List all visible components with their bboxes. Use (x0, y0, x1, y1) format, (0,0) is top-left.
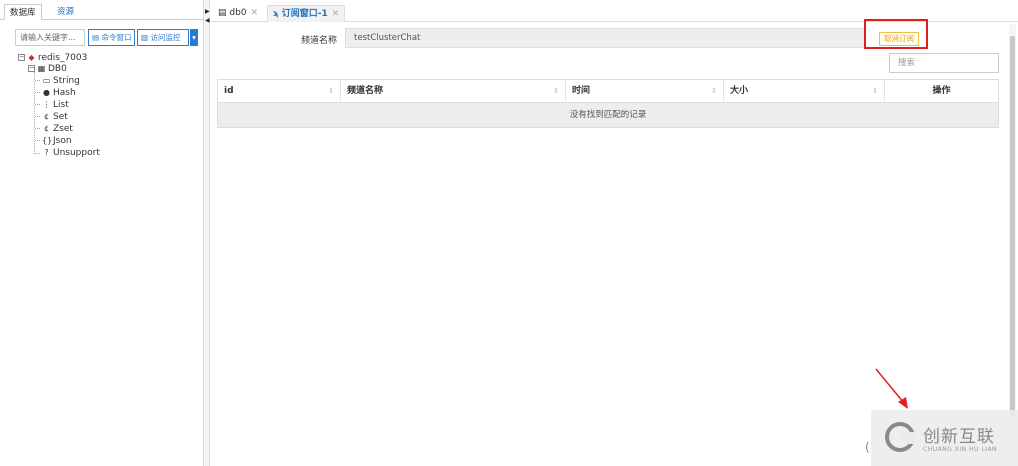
sort-icon[interactable]: ⇕ (872, 80, 878, 103)
collapse-icon[interactable]: − (18, 54, 25, 61)
close-icon[interactable]: ✕ (332, 9, 340, 19)
close-icon[interactable]: ✕ (251, 8, 259, 18)
tree-node-set[interactable]: ¢ Set (42, 111, 68, 123)
channel-name-field[interactable]: testClusterChat (345, 28, 865, 48)
tab-resources[interactable]: 资源 (52, 4, 79, 20)
tree-line (35, 153, 40, 154)
tree-line (35, 128, 40, 129)
column-header-channel[interactable]: 频道名称 ⇕ (341, 80, 566, 103)
access-monitor-label: 访问监控 (150, 33, 181, 42)
type-label: Hash (53, 88, 76, 98)
question-icon: ? (44, 148, 49, 157)
watermark-text-en: CHUANG XIN HU LIAN (923, 446, 998, 453)
db-label: DB0 (48, 64, 67, 74)
type-label: Set (53, 112, 68, 122)
messages-table: id ⇕ 频道名称 ⇕ 时间 ⇕ 大小 ⇕ 操作 没有找到匹配的记录 (217, 79, 999, 128)
channel-name-label: 频道名称 (301, 36, 338, 46)
table-header: id ⇕ 频道名称 ⇕ 时间 ⇕ 大小 ⇕ 操作 (218, 80, 998, 103)
tree-node-string[interactable]: ▭ String (42, 75, 80, 87)
column-label: 操作 (932, 86, 951, 96)
tree-line (35, 140, 40, 141)
app-window: 数据库 资源 请输入关键字... ▤ 命令窗口 ▧ 访问监控 ▾ − ◆ red… (0, 0, 1018, 466)
tree-line (35, 80, 40, 81)
toolbar-dropdown-button[interactable]: ▾ (190, 29, 198, 46)
column-label: id (224, 86, 234, 96)
column-label: 频道名称 (347, 86, 384, 96)
tree-node-zset[interactable]: ¢ Zset (42, 123, 73, 135)
type-label: Zset (53, 124, 73, 134)
expand-left-icon[interactable]: ◀ (205, 17, 210, 24)
column-header-time[interactable]: 时间 ⇕ (566, 80, 724, 103)
column-header-id[interactable]: id ⇕ (218, 80, 341, 103)
type-label: List (53, 100, 69, 110)
command-window-button[interactable]: ▤ 命令窗口 (88, 29, 135, 46)
rss-icon: ϡ (273, 9, 279, 19)
tab-label: db0 (229, 8, 247, 18)
table-empty-row: 没有找到匹配的记录 (218, 103, 998, 127)
left-tabs: 数据库 资源 (0, 2, 204, 20)
string-icon: ▭ (42, 76, 51, 85)
tab-db0[interactable]: ▤ db0 ✕ (213, 5, 263, 22)
column-label: 大小 (730, 86, 749, 96)
hash-icon: ● (43, 88, 50, 97)
keyword-search-input[interactable]: 请输入关键字... (15, 29, 85, 46)
caret-down-icon: ▾ (192, 33, 196, 42)
watermark-logo-icon (885, 422, 915, 452)
server-label: redis_7003 (38, 53, 88, 63)
partial-paren-text: ( (865, 440, 870, 454)
json-icon: {} (42, 136, 53, 145)
tree-line (35, 104, 40, 105)
sort-icon[interactable]: ⇕ (328, 80, 334, 103)
tree-node-unsupport[interactable]: ? Unsupport (42, 147, 100, 159)
type-label: String (53, 76, 80, 86)
column-label: 时间 (572, 86, 591, 96)
column-header-actions: 操作 (885, 80, 998, 103)
tab-database[interactable]: 数据库 (4, 4, 42, 20)
unsubscribe-button[interactable]: 取消订阅 (879, 32, 919, 46)
table-search-input[interactable]: 搜索 (889, 53, 999, 73)
scrollbar-thumb[interactable] (1010, 36, 1015, 416)
column-header-size[interactable]: 大小 ⇕ (724, 80, 885, 103)
tree-node-json[interactable]: {}Json (42, 135, 72, 147)
set-icon: ¢ (43, 112, 50, 121)
chart-icon: ▧ (141, 33, 149, 42)
terminal-icon: ▤ (218, 8, 227, 18)
type-label: Unsupport (53, 148, 100, 158)
zset-icon: ¢ (43, 124, 50, 133)
tree-node-list[interactable]: ⋮ List (42, 99, 69, 111)
type-label: Json (53, 136, 72, 146)
vertical-scrollbar[interactable] (1009, 24, 1016, 464)
panel-splitter[interactable]: ▶ ◀ (204, 0, 210, 466)
tree-line (35, 116, 40, 117)
watermark-text-cn: 创新互联 (923, 427, 995, 447)
database-icon: ▦ (37, 64, 46, 73)
annotation-arrow-icon (875, 368, 908, 409)
collapse-left-icon[interactable]: ▶ (205, 8, 210, 15)
terminal-icon: ▤ (92, 33, 100, 42)
tab-subscribe-window[interactable]: ϡ 订阅窗口-1 ✕ (267, 5, 346, 22)
watermark: 创新互联 CHUANG XIN HU LIAN (871, 410, 1018, 466)
left-toolbar: 请输入关键字... ▤ 命令窗口 ▧ 访问监控 ▾ (15, 29, 198, 46)
tree-node-hash[interactable]: ● Hash (42, 87, 76, 99)
tree-line (35, 92, 40, 93)
tree-line (34, 72, 35, 154)
sort-icon[interactable]: ⇕ (553, 80, 559, 103)
command-window-label: 命令窗口 (101, 33, 132, 42)
sort-icon[interactable]: ⇕ (711, 80, 717, 103)
list-icon: ⋮ (42, 100, 51, 109)
tree-node-db0[interactable]: − ▦ DB0 (28, 63, 67, 75)
left-panel: 数据库 资源 请输入关键字... ▤ 命令窗口 ▧ 访问监控 ▾ − ◆ red… (0, 0, 204, 466)
access-monitor-button[interactable]: ▧ 访问监控 (137, 29, 189, 46)
tab-label: 订阅窗口-1 (281, 9, 328, 19)
collapse-icon[interactable]: − (28, 65, 35, 72)
